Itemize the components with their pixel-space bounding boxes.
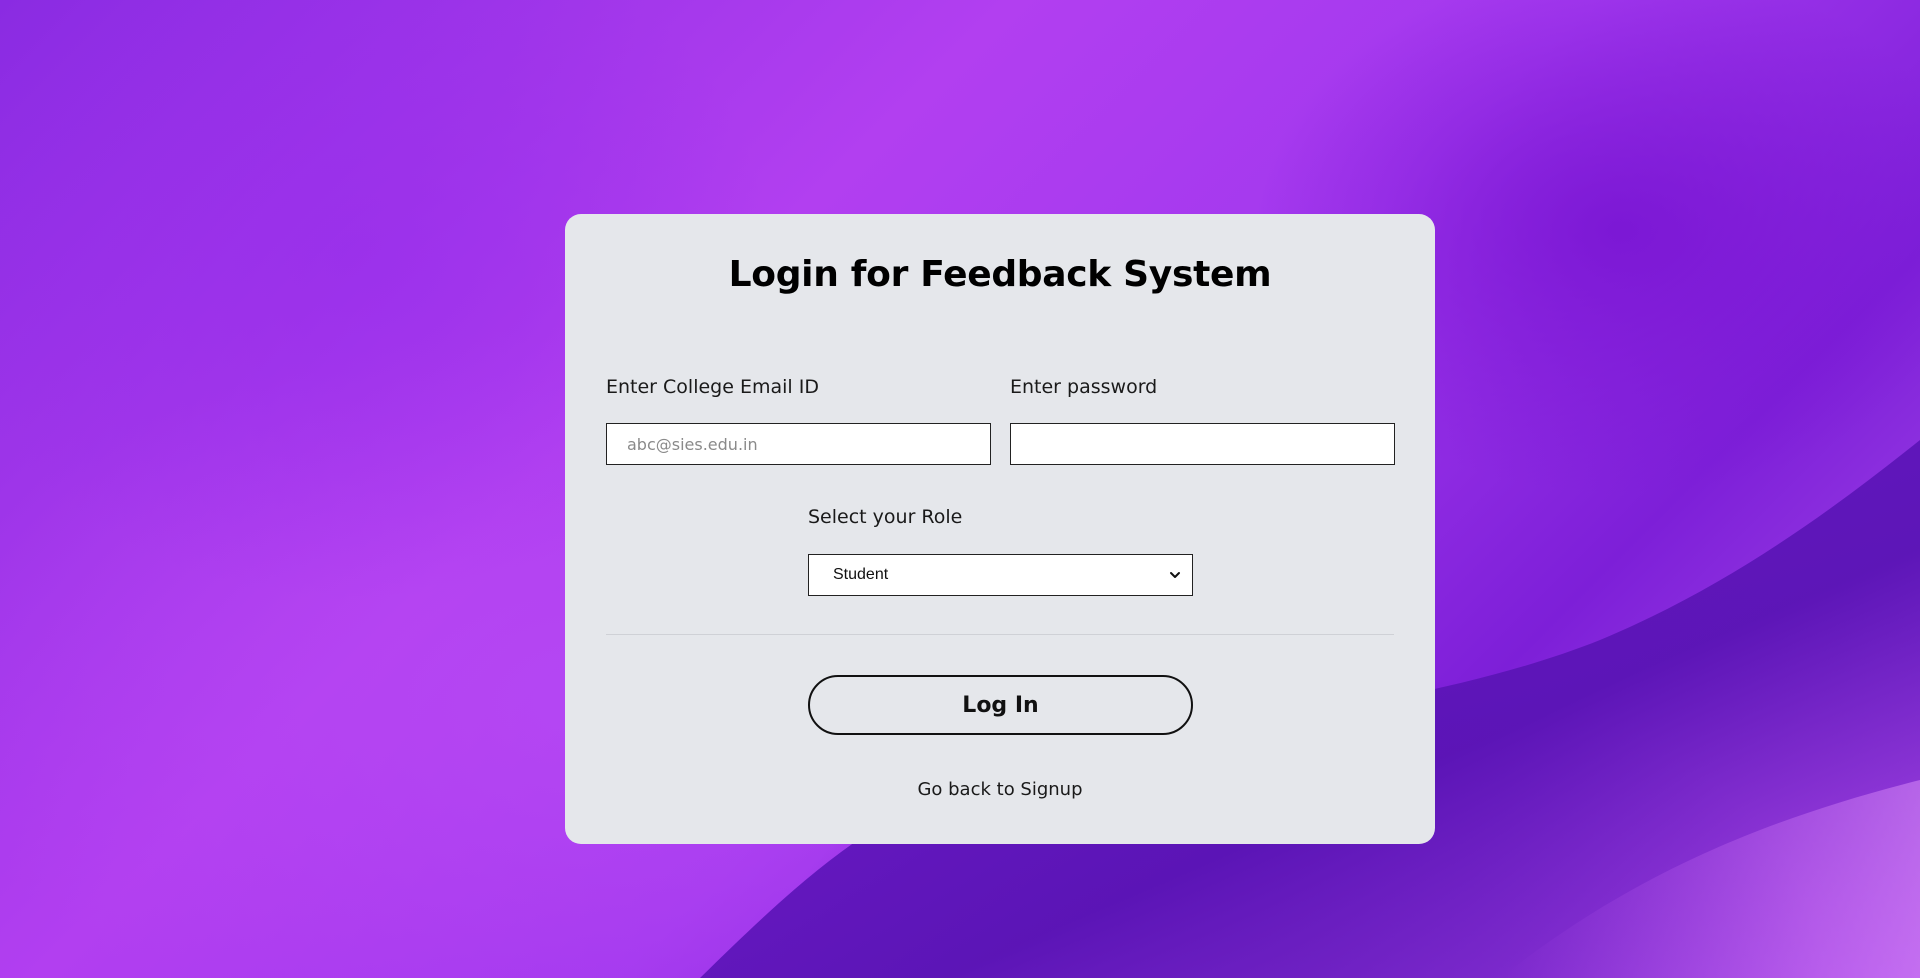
role-select-value: Student — [833, 566, 889, 583]
chevron-down-icon — [1170, 572, 1180, 578]
email-field[interactable] — [606, 423, 991, 465]
password-field[interactable] — [1010, 423, 1395, 465]
password-label: Enter password — [1010, 376, 1158, 398]
email-label: Enter College Email ID — [606, 376, 819, 398]
role-label: Select your Role — [808, 506, 963, 528]
signup-link[interactable]: Go back to Signup — [565, 779, 1435, 800]
role-select[interactable]: Student — [808, 554, 1193, 596]
login-button[interactable]: Log In — [808, 675, 1193, 735]
login-card: Login for Feedback System Enter College … — [565, 214, 1435, 844]
divider — [606, 634, 1394, 635]
page-title: Login for Feedback System — [728, 254, 1272, 295]
